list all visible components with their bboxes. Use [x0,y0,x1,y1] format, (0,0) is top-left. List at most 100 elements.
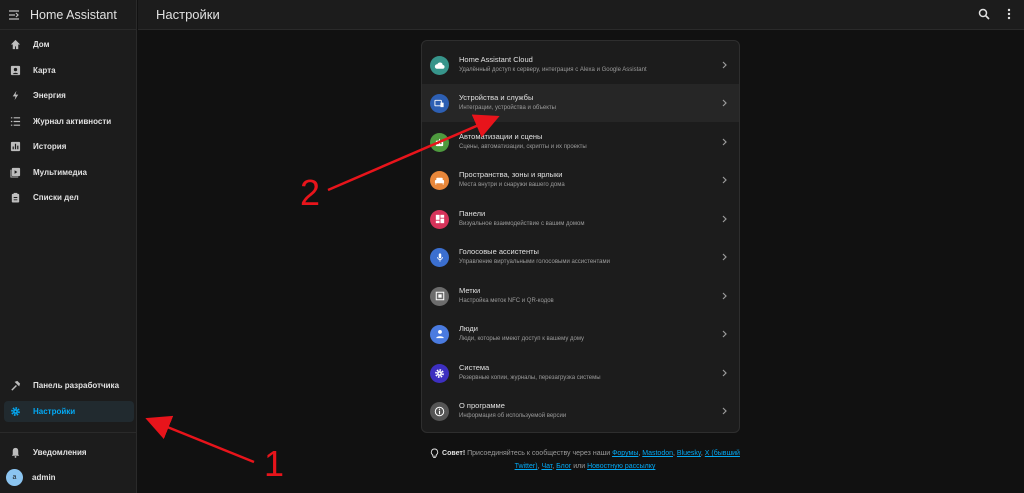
sidebar-item-user[interactable]: a admin [4,467,134,488]
chevron-right-icon [719,407,729,415]
sidebar-item-label: Настройки [33,407,76,416]
chat-link[interactable]: Чат [541,463,552,470]
clipboard-icon [9,192,21,204]
devices-icon [430,93,449,113]
bluesky-link[interactable]: Bluesky [677,450,701,457]
sidebar-item-history[interactable]: История [4,136,134,157]
robot-icon [430,132,449,152]
settings-item-people[interactable]: Люди Люди, которые имеют доступ к вашему … [422,315,739,353]
sidebar-item-map[interactable]: Карта [4,60,134,81]
tag-icon [430,286,449,306]
search-icon[interactable] [978,8,990,20]
chevron-right-icon [719,215,729,223]
sidebar-item-media[interactable]: Мультимедиа [4,162,134,183]
gear-icon [9,406,21,418]
item-title: О программе [459,401,505,410]
info-icon [430,401,449,421]
item-title: Система [459,363,490,372]
item-subtitle: Информация об используемой версии [459,413,567,419]
sidebar-item-todo[interactable]: Списки дел [4,187,134,208]
sidebar-item-label: Энергия [33,91,66,100]
hammer-icon [9,380,21,392]
microphone-icon [430,247,449,267]
chevron-right-icon [719,99,729,107]
person-icon [430,324,449,344]
menu-collapse-icon[interactable] [8,9,20,21]
blog-link[interactable]: Блог [556,463,571,470]
sidebar: Home Assistant Дом Карта Энергия Журнал … [0,0,137,493]
settings-item-cloud[interactable]: Home Assistant Cloud Удалённый доступ к с… [422,46,739,84]
newsletter-link[interactable]: Новостную рассылку [587,463,655,470]
item-title: Автоматизации и сцены [459,132,543,141]
sofa-icon [430,170,449,190]
gear-icon [430,363,449,383]
item-title: Метки [459,286,481,295]
home-icon [9,39,21,51]
item-title: Устройства и службы [459,93,534,102]
sidebar-item-energy[interactable]: Энергия [4,85,134,106]
item-title: Голосовые ассистенты [459,247,539,256]
sidebar-item-label: Дом [33,40,50,49]
lightning-icon [9,90,21,102]
lightbulb-icon [430,448,439,458]
sidebar-item-label: Мультимедиа [33,168,87,177]
settings-item-areas[interactable]: Пространства, зоны и ярлыки Места внутри … [422,161,739,199]
sidebar-header: Home Assistant [0,0,136,30]
settings-item-devices[interactable]: Устройства и службы Интеграции, устройств… [422,84,739,122]
item-subtitle: Управление виртуальными голосовыми ассис… [459,259,610,265]
page-title: Настройки [156,7,220,22]
item-subtitle: Настройка меток NFC и QR-кодов [459,298,554,304]
sidebar-item-label: Списки дел [33,193,79,202]
item-title: Home Assistant Cloud [459,55,533,64]
top-bar: Настройки [138,0,1024,30]
chevron-right-icon [719,61,729,69]
sidebar-item-notifications[interactable]: Уведомления [4,442,134,463]
mastodon-link[interactable]: Mastodon [642,450,673,457]
sidebar-item-home[interactable]: Дом [4,34,134,55]
community-tip: Совет! Присоединяйтесь к сообществу чере… [430,447,740,473]
item-subtitle: Удалённый доступ к серверу, интеграция с… [459,67,647,73]
cloud-icon [430,55,449,75]
chevron-right-icon [719,292,729,300]
tip-label: Совет! [442,450,466,457]
user-name: admin [32,473,56,482]
settings-item-dashboards[interactable]: Панели Визуальное взаимодействие с вашим … [422,200,739,238]
item-title: Пространства, зоны и ярлыки [459,170,563,179]
settings-item-tags[interactable]: Метки Настройка меток NFC и QR-кодов [422,277,739,315]
tip-text: Присоединяйтесь к сообществу через наши [467,450,611,457]
sidebar-item-label: Журнал активности [33,117,112,126]
map-icon [9,65,21,77]
item-subtitle: Люди, которые имеют доступ к вашему дому [459,336,585,342]
item-subtitle: Сцены, автоматизации, скрипты и их проек… [459,144,587,150]
sidebar-item-settings[interactable]: Настройки [4,401,134,422]
sidebar-item-developer-tools[interactable]: Панель разработчика [4,375,134,396]
settings-item-voice[interactable]: Голосовые ассистенты Управление виртуальн… [422,238,739,276]
sidebar-item-label: История [33,142,67,151]
chevron-right-icon [719,330,729,338]
sidebar-item-label: Карта [33,66,56,75]
settings-item-about[interactable]: О программе Информация об используемой ве… [422,392,739,430]
list-icon [9,116,21,128]
item-title: Люди [459,324,478,333]
settings-item-system[interactable]: Система Резервные копии, журналы, перезаг… [422,354,739,392]
chevron-right-icon [719,369,729,377]
annotation-number-one: 1 [264,443,284,484]
sidebar-item-logbook[interactable]: Журнал активности [4,111,134,132]
forums-link[interactable]: Форумы [612,450,638,457]
chart-icon [9,141,21,153]
app-title: Home Assistant [30,7,117,22]
arrow-one [145,415,255,464]
more-options-icon[interactable] [1006,8,1012,20]
settings-item-automations[interactable]: Автоматизации и сцены Сцены, автоматизаци… [422,123,739,161]
annotation-number-two: 2 [300,172,320,213]
chevron-right-icon [719,253,729,261]
settings-card: Home Assistant Cloud Удалённый доступ к с… [421,40,740,433]
item-subtitle: Визуальное взаимодействие с вашим домом [459,221,585,227]
item-subtitle: Интеграции, устройства и объекты [459,105,556,111]
avatar: a [6,469,23,486]
bell-icon [9,447,21,459]
sidebar-item-label: Панель разработчика [33,381,120,390]
dashboard-icon [430,209,449,229]
play-icon [9,167,21,179]
item-subtitle: Места внутри и снаружи вашего дома [459,182,565,188]
